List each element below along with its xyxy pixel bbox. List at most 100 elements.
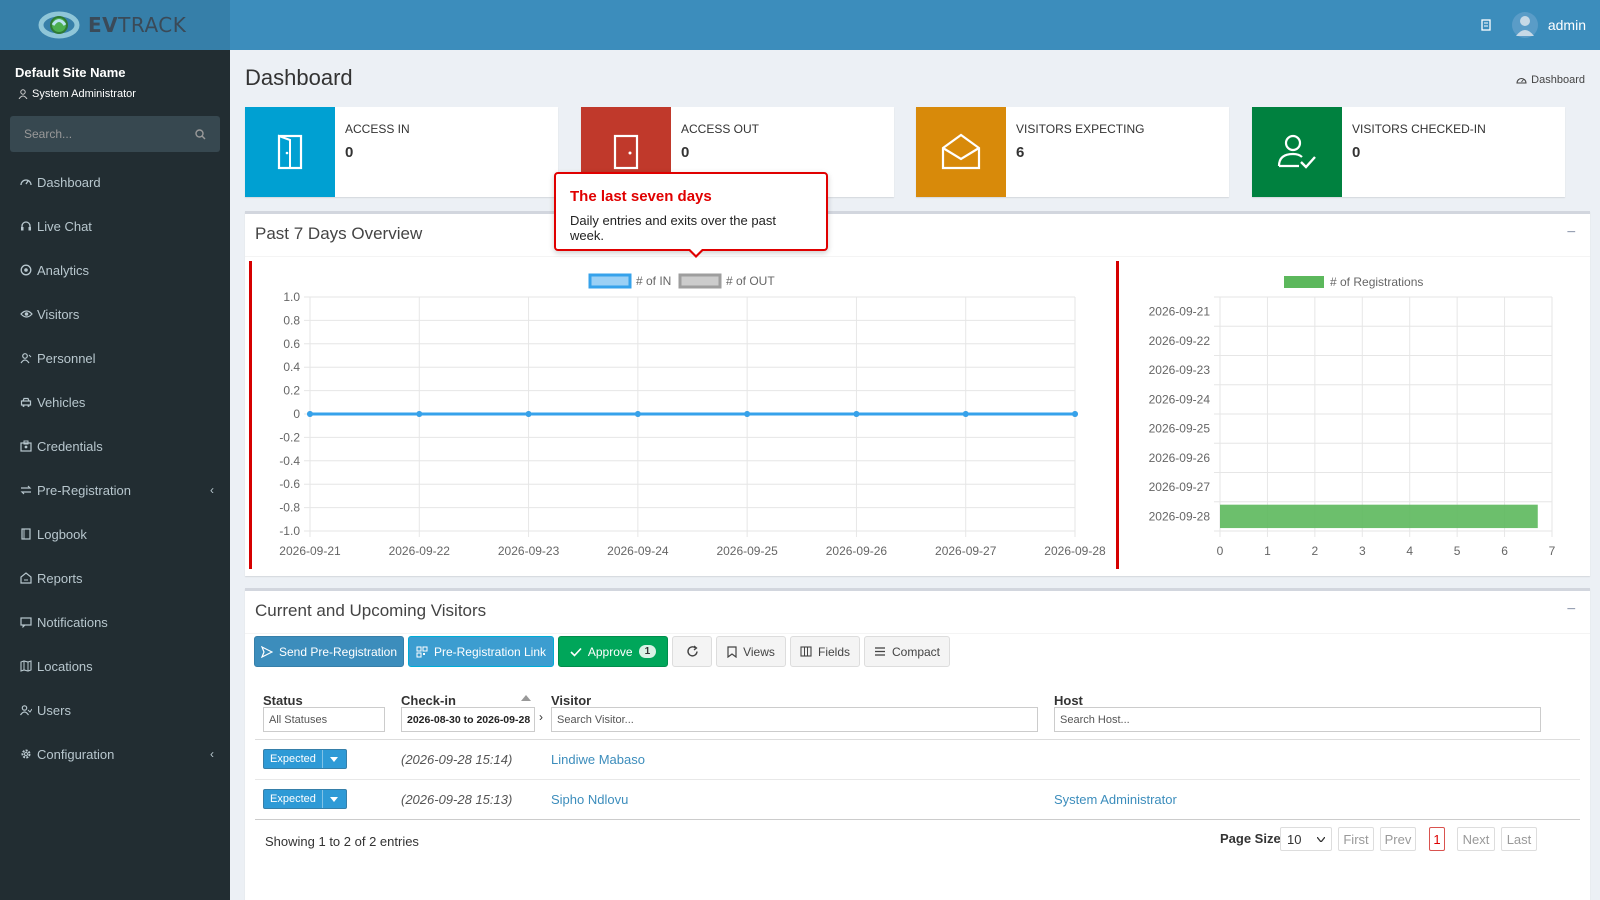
check-icon [570,647,582,657]
exchange-icon [19,483,33,497]
status-dropdown[interactable]: Expected [263,749,347,769]
sidebar-item-analytics[interactable]: Analytics [0,248,230,292]
y-tick-label: 2026-09-27 [1149,480,1211,494]
page-title: Dashboard [245,65,353,90]
sidebar-item-pre-registration[interactable]: Pre-Registration ‹ [0,468,230,512]
y-tick-label: 1.0 [283,290,300,304]
legend-swatch [678,273,722,289]
qr-icon [416,646,428,657]
y-tick-label: 2026-09-26 [1149,451,1211,465]
credentials-icon [19,439,33,453]
sidebar-menu: Dashboard Live Chat Analytics Visitors P… [0,160,230,776]
refresh-button[interactable] [672,636,712,667]
status-filter-select[interactable]: All Statuses [263,707,385,732]
sidebar-item-credentials[interactable]: Credentials [0,424,230,468]
column-header-status[interactable]: Status [263,693,303,708]
data-point [744,411,751,417]
eye-icon [19,307,33,321]
next-page-button[interactable]: Next [1457,827,1495,851]
message-icon [19,615,33,629]
info-box-label: ACCESS OUT [681,122,760,136]
fields-button[interactable]: Fields [790,636,860,667]
sidebar-search-input[interactable]: Search... [10,116,220,152]
sort-asc-icon[interactable] [521,695,531,701]
send-icon [260,645,273,658]
checkin-time: (2026-09-28 15:13) [401,792,513,807]
approve-count-badge: 1 [638,645,657,658]
y-tick-label: 0.8 [283,313,300,327]
logo-text: EVTRACK [88,13,187,37]
page-size-select[interactable]: 10 [1280,827,1332,851]
chevron-left-icon[interactable]: ‹ [210,483,214,497]
info-box-label: VISITORS EXPECTING [1016,122,1145,136]
y-tick-label: 0.6 [283,337,300,351]
approve-button[interactable]: Approve 1 [558,636,668,667]
column-header-host[interactable]: Host [1054,693,1083,708]
y-tick-label: 2026-09-24 [1149,392,1211,406]
current-page-button[interactable]: 1 [1429,827,1445,851]
page-size-label: Page Size [1220,831,1281,846]
legend-swatch [1284,276,1324,288]
breadcrumb[interactable]: Dashboard [1516,74,1585,86]
x-tick-label: 7 [1549,544,1556,558]
overview-panel: Past 7 Days Overview − # of IN # of OUT 1.… [245,211,1590,576]
y-tick-label: -0.6 [279,477,300,491]
host-search-input[interactable]: Search Host... [1054,707,1541,732]
visitor-link[interactable]: Sipho Ndlovu [551,792,628,807]
sidebar-item-vehicles[interactable]: Vehicles [0,380,230,424]
user-menu[interactable]: admin [1511,12,1586,38]
y-tick-label: 2026-09-21 [1149,305,1211,319]
bookmark-icon [727,645,737,658]
send-pre-registration-button[interactable]: Send Pre-Registration [254,636,404,667]
status-dropdown[interactable]: Expected [263,789,347,809]
search-icon[interactable] [195,128,206,140]
last-page-button[interactable]: Last [1501,827,1537,851]
views-button[interactable]: Views [716,636,786,667]
avatar [1511,12,1538,38]
prev-page-button[interactable]: Prev [1380,827,1416,851]
y-tick-label: 0.4 [283,360,300,374]
collapse-button[interactable]: − [1567,224,1576,242]
refresh-icon [686,645,698,657]
compact-button[interactable]: Compact [864,636,950,667]
chevron-left-icon[interactable]: ‹ [210,747,214,761]
pre-registration-link-button[interactable]: Pre-Registration Link [408,636,554,667]
x-tick-label: 2026-09-26 [826,544,888,558]
status-label: Expected [270,793,316,805]
sidebar-item-live-chat[interactable]: Live Chat [0,204,230,248]
host-link[interactable]: System Administrator [1054,792,1177,807]
x-tick-label: 4 [1406,544,1413,558]
checkin-date-range-input[interactable]: 2026-08-30 to 2026-09-28 [401,707,535,732]
chevron-right-icon[interactable]: › [539,710,543,724]
map-icon [19,659,33,673]
sidebar-item-dashboard[interactable]: Dashboard [0,160,230,204]
entries-info: Showing 1 to 2 of 2 entries [265,834,419,849]
bookmark-icon[interactable] [1480,19,1492,31]
tooltip-title: The last seven days [570,188,712,205]
sidebar-item-personnel[interactable]: Personnel [0,336,230,380]
caret-down-icon [321,750,346,768]
visitor-link[interactable]: Lindiwe Mabaso [551,752,645,767]
info-box-visitors-checked-in: VISITORS CHECKED-IN 0 [1252,107,1565,197]
bar-chart-panel: # of Registrations 0 1 2 3 4 5 6 7 2026-09-21 2026… [1125,261,1585,569]
analytics-icon [19,263,33,277]
sidebar-item-visitors[interactable]: Visitors [0,292,230,336]
logo-icon [38,11,80,39]
column-header-checkin[interactable]: Check-in [401,693,456,708]
visitor-search-input[interactable]: Search Visitor... [551,707,1038,732]
user-role: System Administrator [18,88,136,100]
dashboard-icon [1516,77,1527,84]
column-header-visitor[interactable]: Visitor [551,693,591,708]
info-box-label: VISITORS CHECKED-IN [1352,122,1486,136]
first-page-button[interactable]: First [1338,827,1374,851]
sidebar-item-reports[interactable]: Reports [0,556,230,600]
sidebar-item-locations[interactable]: Locations [0,644,230,688]
x-tick-label: 2026-09-27 [935,544,997,558]
dashboard-icon [19,175,33,189]
sidebar-item-configuration[interactable]: Configuration ‹ [0,732,230,776]
logo[interactable]: EVTRACK [0,0,230,50]
sidebar-item-logbook[interactable]: Logbook [0,512,230,556]
collapse-button[interactable]: − [1567,601,1576,619]
sidebar-item-users[interactable]: Users [0,688,230,732]
sidebar-item-notifications[interactable]: Notifications [0,600,230,644]
